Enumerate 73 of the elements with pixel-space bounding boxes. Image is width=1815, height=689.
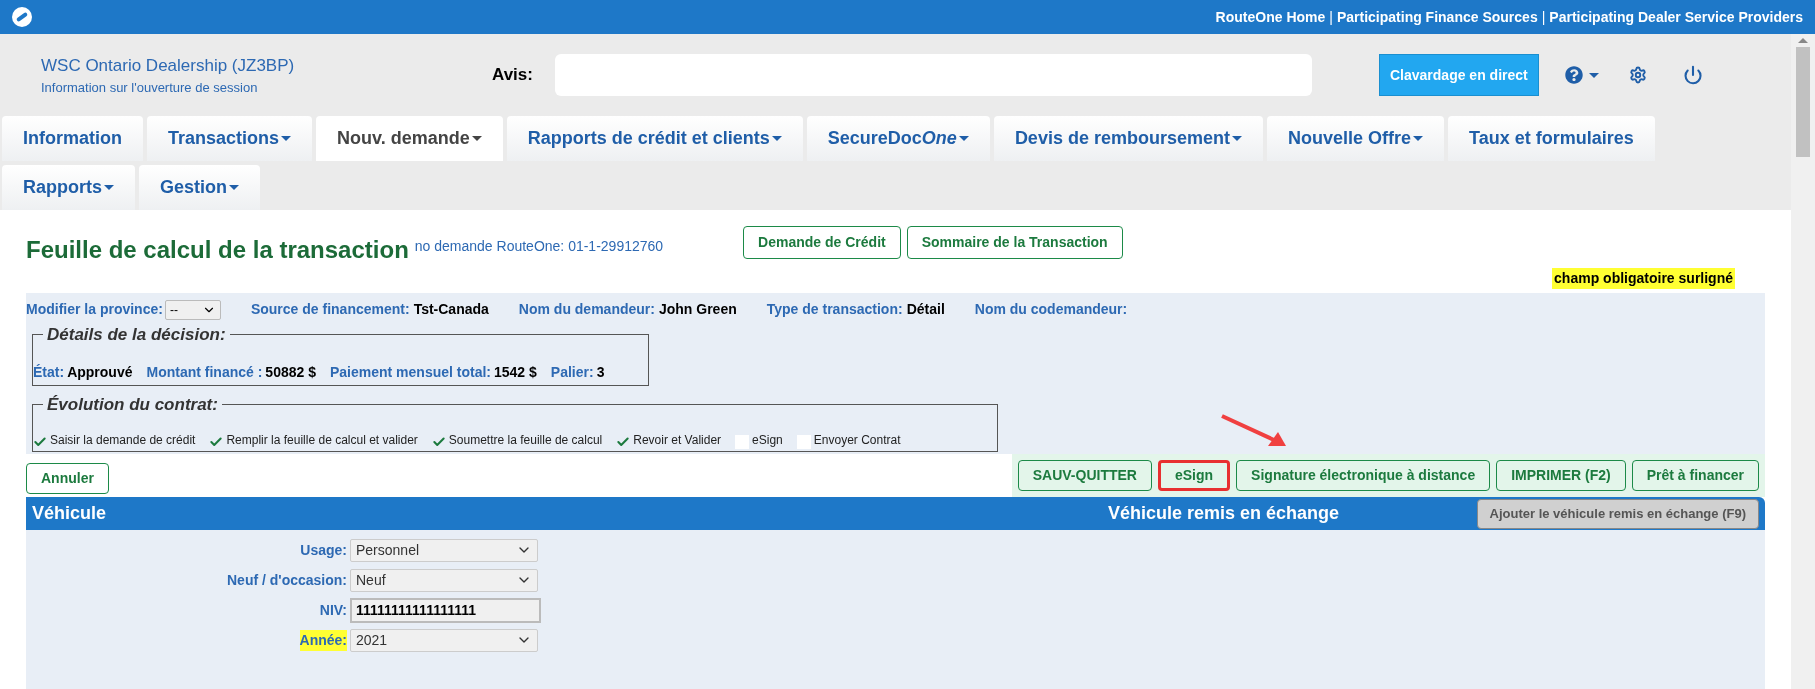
- summary-label: Source de financement:: [250, 300, 410, 319]
- summary-label: Nom du codemandeur:: [974, 300, 1128, 319]
- step-label: Remplir la feuille de calcul et valider: [226, 432, 418, 449]
- step-label: Soumettre la feuille de calcul: [448, 432, 603, 449]
- page-title: Feuille de calcul de la transaction: [26, 235, 409, 265]
- notice-label: Avis:: [492, 64, 534, 87]
- field-label: Usage:: [300, 540, 347, 560]
- action-button[interactable]: eSign: [1158, 460, 1231, 491]
- input-field[interactable]: 11111111111111111: [350, 597, 541, 623]
- step-label: Envoyer Contrat: [813, 432, 901, 449]
- nav-tab[interactable]: Information: [2, 116, 143, 161]
- action-button[interactable]: IMPRIMER (F2): [1496, 460, 1626, 491]
- decision-value: 3: [596, 362, 605, 382]
- select-field[interactable]: Neuf: [350, 568, 538, 592]
- top-link[interactable]: Participating Finance Sources: [1336, 6, 1538, 28]
- nav-tab[interactable]: Nouv. demande: [316, 116, 503, 161]
- nav-button[interactable]: Sommaire de la Transaction: [906, 226, 1123, 259]
- select-field[interactable]: Personnel: [350, 538, 538, 562]
- cancel-button[interactable]: Annuler: [26, 463, 109, 494]
- link-separator: |: [1541, 7, 1546, 27]
- action-button[interactable]: SAUV-QUITTER: [1017, 460, 1152, 491]
- nav-tab[interactable]: Nouvelle Offre: [1266, 116, 1444, 161]
- settings-icon[interactable]: [1628, 66, 1647, 84]
- action-button[interactable]: Signature électronique à distance: [1236, 460, 1491, 491]
- nav-button[interactable]: Demande de Crédit: [743, 226, 901, 259]
- nav-tab[interactable]: Rapports: [2, 165, 135, 210]
- summary-label: Type de transaction:: [766, 300, 903, 319]
- step-label: Saisir la demande de crédit: [50, 432, 196, 449]
- province-select[interactable]: --: [164, 299, 221, 320]
- scrollbar-thumb[interactable]: [1796, 47, 1810, 157]
- request-number: no demande RouteOne: 01-1-29912760: [414, 237, 664, 256]
- progress-legend: Évolution du contrat:: [43, 391, 222, 417]
- trade-in-title: Véhicule remis en échange: [1108, 502, 1340, 525]
- decision-label: Palier:: [550, 362, 594, 382]
- summary-value: John Green: [658, 300, 737, 319]
- field-label: NIV:: [319, 600, 347, 620]
- help-icon[interactable]: [1564, 66, 1599, 84]
- nav-tab[interactable]: Transactions: [147, 116, 313, 161]
- decision-value: Approuvé: [67, 362, 133, 382]
- summary-value: Tst-Canada: [413, 300, 489, 319]
- nav-tab[interactable]: Rapports de crédit et clients: [506, 116, 803, 161]
- caret-icon: [1588, 72, 1599, 78]
- decision-value: 1542 $: [494, 362, 537, 382]
- vehicle-title: Véhicule: [32, 502, 108, 525]
- select-field[interactable]: 2021: [350, 628, 538, 652]
- arrow-annotation: [1219, 414, 1288, 448]
- nav-tab[interactable]: Taux et formulaires: [1448, 116, 1655, 161]
- dealer-name: WSC Ontario Dealership (JZ3BP): [41, 54, 296, 77]
- action-button[interactable]: Prêt à financer: [1631, 460, 1759, 491]
- nav-tab[interactable]: SecureDocOne: [806, 116, 990, 161]
- required-note: champ obligatoire surligné: [1552, 268, 1735, 289]
- summary-value: Détail: [906, 300, 945, 319]
- nav-tab[interactable]: Gestion: [139, 165, 261, 210]
- top-link[interactable]: Participating Dealer Service Providers: [1549, 6, 1803, 28]
- decision-label: État:: [33, 362, 65, 382]
- power-icon[interactable]: [1682, 65, 1703, 85]
- logo-icon: [12, 7, 32, 27]
- province-label: Modifier la province:: [26, 300, 163, 319]
- add-trade-in-button[interactable]: Ajouter le véhicule remis en échange (F9): [1476, 498, 1759, 529]
- scrollbar[interactable]: [1791, 34, 1815, 689]
- session-info: Information sur l'ouverture de session: [41, 79, 259, 97]
- decision-legend: Détails de la décision:: [43, 322, 230, 348]
- link-separator: |: [1329, 7, 1333, 27]
- top-link[interactable]: RouteOne Home: [1215, 6, 1326, 28]
- field-label: Neuf / d'occasion:: [227, 570, 347, 590]
- decision-label: Montant financé :: [146, 362, 263, 382]
- decision-label: Paiement mensuel total:: [329, 362, 491, 382]
- step-label: eSign: [752, 432, 783, 449]
- decision-value: 50882 $: [265, 362, 316, 382]
- step-label: Revoir et Valider: [633, 432, 722, 449]
- field-label: Année:: [299, 629, 347, 651]
- nav-tab[interactable]: Devis de remboursement: [993, 116, 1263, 161]
- summary-label: Nom du demandeur:: [518, 300, 655, 319]
